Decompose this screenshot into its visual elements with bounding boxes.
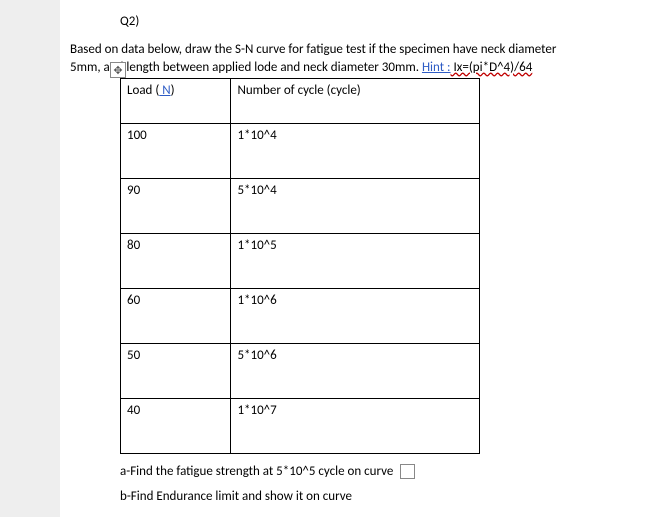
header-load-prefix: Load (: [127, 83, 159, 98]
question-line1: Based on data below, draw the S-N curve …: [70, 42, 556, 57]
cell-cycles: 1*10^5: [231, 234, 480, 289]
table-row: 100 1*10^4: [121, 124, 480, 179]
question-text: Based on data below, draw the S-N curve …: [70, 41, 630, 76]
table-row: 60 1*10^6: [121, 289, 480, 344]
cell-cycles: 5*10^4: [231, 179, 480, 234]
sub-question-a-text: a-Find the fatigue strength at 5*10^5 cy…: [120, 464, 393, 479]
table-anchor-icon[interactable]: ✥: [110, 62, 126, 78]
table-row: 50 5*10^6: [121, 344, 480, 399]
sub-question-a: a-Find the fatigue strength at 5*10^5 cy…: [120, 464, 630, 479]
cell-load: 50: [121, 344, 231, 399]
cell-cycles: 5*10^6: [231, 344, 480, 399]
cell-cycles: 1*10^7: [231, 399, 480, 454]
sub-question-b: b-Find Endurance limit and show it on cu…: [120, 489, 630, 504]
question-label: Q2): [120, 14, 630, 29]
document-page: Q2) Based on data below, draw the S-N cu…: [60, 0, 670, 517]
cell-load: 100: [121, 124, 231, 179]
table-row: 40 1*10^7: [121, 399, 480, 454]
cell-cycles: 1*10^4: [231, 124, 480, 179]
table-row: 80 1*10^5: [121, 234, 480, 289]
checkbox-icon[interactable]: [400, 464, 415, 479]
anchor-glyph: ✥: [113, 64, 122, 77]
header-cycles: Number of cycle (cycle): [231, 79, 480, 124]
table-row: 90 5*10^4: [121, 179, 480, 234]
cell-cycles: 1*10^6: [231, 289, 480, 344]
hint-label: Hint :: [422, 60, 451, 75]
cell-load: 90: [121, 179, 231, 234]
header-load: Load ( N): [121, 79, 231, 124]
header-load-n: N: [159, 83, 170, 98]
cell-load: 80: [121, 234, 231, 289]
cell-load: 40: [121, 399, 231, 454]
hint-formula: Ix=(pi*D^4)/64: [451, 60, 533, 75]
cell-load: 60: [121, 289, 231, 344]
table-header-row: Load ( N) Number of cycle (cycle): [121, 79, 480, 124]
header-load-suffix: ): [171, 83, 175, 98]
data-table: Load ( N) Number of cycle (cycle) 100 1*…: [120, 78, 480, 454]
